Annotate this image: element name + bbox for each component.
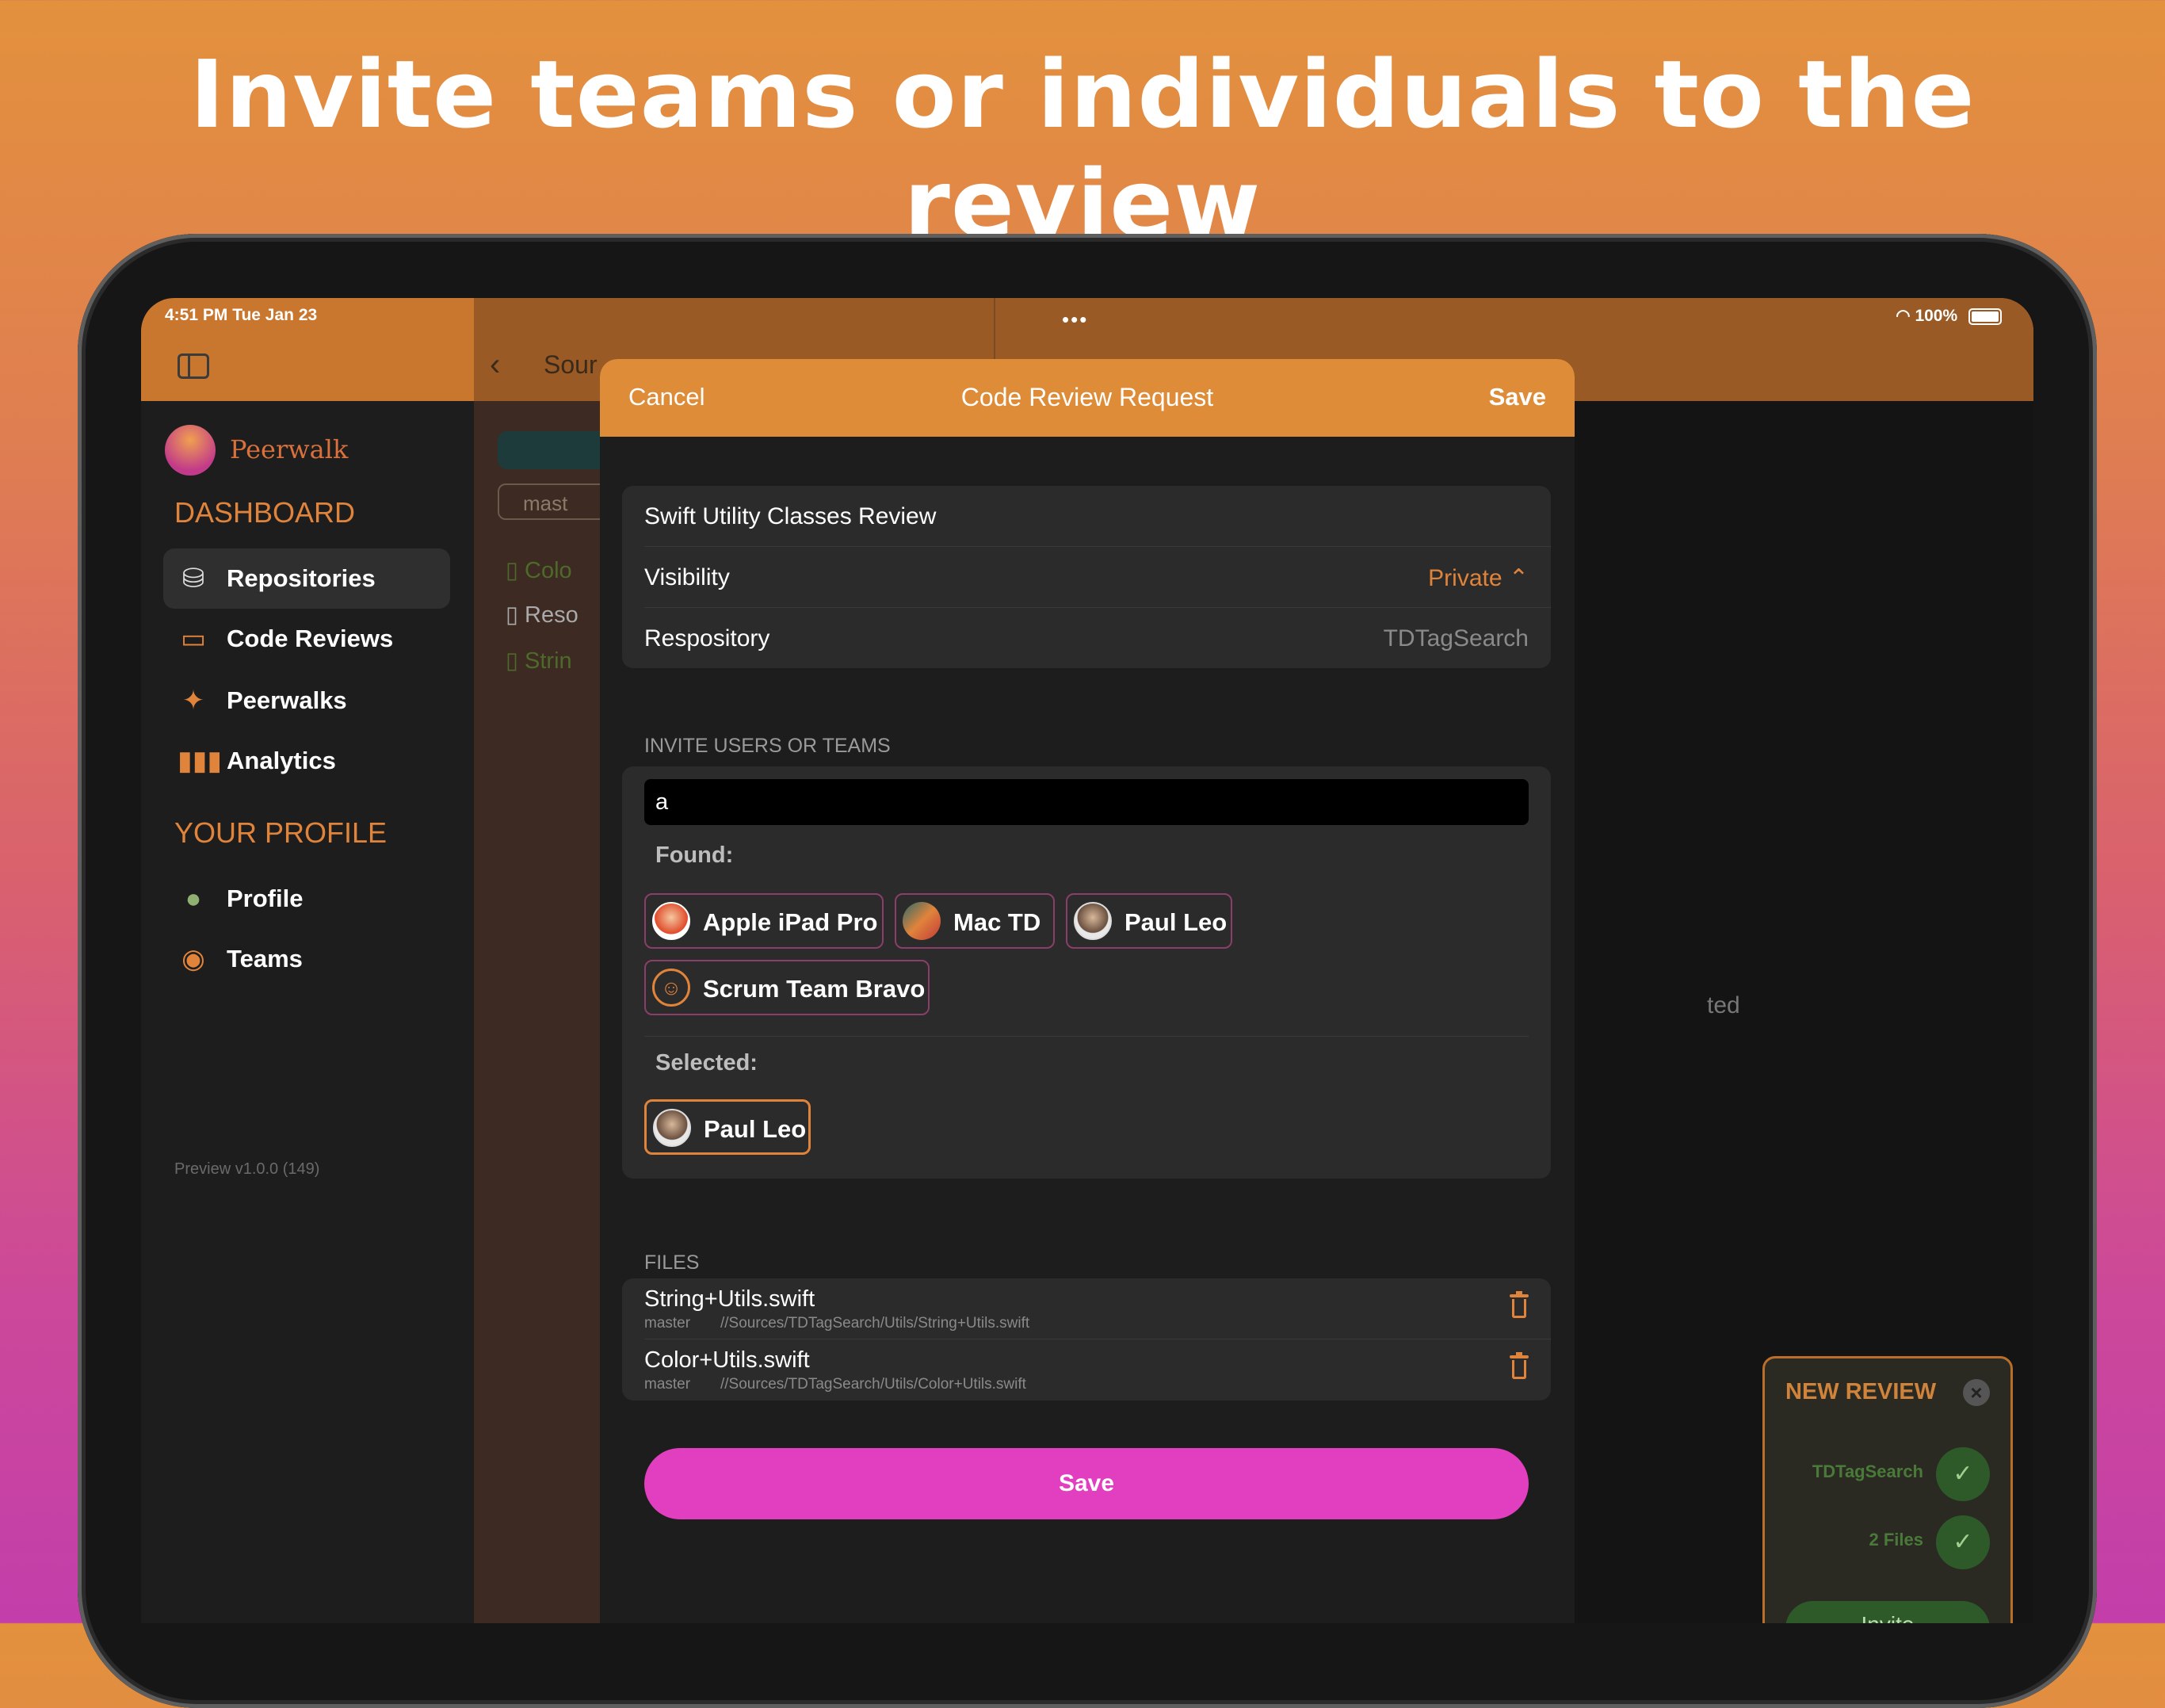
files-group: String+Utils.swift master //Sources/TDTa… — [622, 1278, 1551, 1400]
back-chevron-icon[interactable]: ‹ — [490, 347, 500, 383]
invite-caption: INVITE USERS OR TEAMS — [644, 735, 891, 757]
sidebar-item-analytics[interactable]: ▮▮▮ Analytics — [163, 731, 450, 791]
wifi-icon: ◠ — [1896, 307, 1911, 325]
app-logo — [165, 425, 216, 476]
file-branch: master — [644, 1315, 691, 1332]
sidebar-item-teams[interactable]: ◉ Teams — [163, 929, 450, 989]
new-review-title: NEW REVIEW — [1785, 1379, 1937, 1404]
selected-label: Selected: — [655, 1050, 758, 1076]
file-row[interactable]: String+Utils.swift master //Sources/TDTa… — [622, 1278, 1551, 1339]
sidebar-item-label: Teams — [227, 945, 303, 972]
dashboard-title: DASHBOARD — [174, 496, 356, 529]
status-time: 4:51 PM Tue Jan 23 — [165, 306, 318, 324]
file-name: Reso — [525, 602, 578, 628]
header-save-button[interactable]: Save — [1489, 383, 1546, 411]
team-icon: ☺ — [652, 969, 690, 1007]
status-right: ◠ 100% — [1896, 306, 2002, 326]
section-divider — [644, 1036, 1529, 1037]
sheet-header: Cancel Code Review Request Save — [600, 359, 1575, 437]
found-label: Found: — [655, 843, 734, 868]
app-screen: 4:51 PM Tue Jan 23 ••• ◠ 100% ‹ Sour Pee… — [141, 298, 2033, 1623]
selected-chip-paul-leo[interactable]: Paul Leo — [644, 1099, 811, 1155]
visibility-label: Visibility — [644, 564, 730, 590]
person-icon: ● — [185, 884, 202, 914]
details-group: Swift Utility Classes Review Visibility … — [622, 486, 1551, 668]
avatar — [652, 902, 690, 940]
visibility-row[interactable]: Visibility Private ⌃ — [622, 547, 1551, 607]
walk-icon: ✦ — [181, 686, 205, 716]
repository-row: Respository TDTagSearch — [622, 608, 1551, 668]
close-icon[interactable]: × — [1963, 1379, 1990, 1406]
file-name: Color+Utils.swift — [644, 1347, 810, 1373]
step-files: 2 Files — [1869, 1530, 1923, 1549]
found-chip-paul-leo[interactable]: Paul Leo — [1066, 893, 1232, 949]
avatar — [1074, 902, 1112, 940]
files-caption: FILES — [644, 1251, 700, 1274]
checkmark-icon: ✓ — [1936, 1515, 1990, 1569]
sidebar-item-label: Analytics — [227, 747, 336, 774]
app-name: Peerwalk — [230, 434, 349, 464]
chip-label: Apple iPad Pro — [703, 908, 878, 936]
invite-group: a Found: Apple iPad Pro Mac TD Paul Leo … — [622, 766, 1551, 1179]
repository-value: TDTagSearch — [1383, 625, 1529, 651]
profile-title: YOUR PROFILE — [174, 816, 388, 849]
sidebar-toggle-icon[interactable] — [178, 353, 209, 379]
chat-icon: ▭ — [180, 624, 207, 654]
multitasking-dots-icon[interactable]: ••• — [1062, 308, 1088, 332]
version-label: Preview v1.0.0 (149) — [174, 1160, 320, 1178]
headline: Invite teams or individuals to the revie… — [189, 40, 1976, 258]
found-chip-scrum-team-bravo[interactable]: ☺ Scrum Team Bravo — [644, 960, 930, 1015]
invite-search-input[interactable]: a — [644, 779, 1529, 825]
database-icon: ⛁ — [181, 564, 205, 594]
found-chip-mac-td[interactable]: Mac TD — [895, 893, 1055, 949]
code-review-request-sheet: Cancel Code Review Request Save Swift Ut… — [600, 359, 1575, 1623]
sidebar-item-label: Peerwalks — [227, 686, 347, 714]
invite-button[interactable]: Invite — [1785, 1601, 1990, 1623]
chip-label: Mac TD — [953, 908, 1041, 936]
file-name: Colo — [525, 558, 572, 583]
file-row[interactable]: ▯ Colo — [506, 556, 572, 584]
sidebar-item-peerwalks[interactable]: ✦ Peerwalks — [163, 671, 450, 731]
sidebar-item-label: Code Reviews — [227, 625, 394, 652]
battery-percent: 100% — [1915, 307, 1958, 325]
save-button[interactable]: Save — [644, 1448, 1529, 1519]
review-name-value: Swift Utility Classes Review — [644, 503, 937, 529]
sidebar-item-repositories[interactable]: ⛁ Repositories — [163, 548, 450, 609]
file-row[interactable]: ▯ Strin — [506, 647, 572, 674]
checkmark-icon: ✓ — [1936, 1447, 1990, 1501]
chip-label: Paul Leo — [704, 1115, 807, 1143]
file-branch: master — [644, 1376, 691, 1393]
detail-partial-text: ted — [1707, 992, 1740, 1018]
sidebar-item-label: Profile — [227, 885, 304, 912]
sidebar: Peerwalk DASHBOARD ⛁ Repositories ▭ Code… — [141, 401, 474, 1623]
sheet-title: Code Review Request — [960, 383, 1214, 411]
chip-label: Paul Leo — [1125, 908, 1228, 936]
sidebar-item-code-reviews[interactable]: ▭ Code Reviews — [163, 609, 450, 669]
trash-icon[interactable] — [1510, 1291, 1529, 1320]
nav-breadcrumb: Sour — [544, 350, 598, 379]
repository-label: Respository — [644, 625, 770, 651]
branch-label: mast — [523, 491, 568, 515]
file-path: //Sources/TDTagSearch/Utils/Color+Utils.… — [720, 1376, 1026, 1393]
avatar — [653, 1109, 691, 1147]
chip-label: Scrum Team Bravo — [703, 975, 926, 1003]
sidebar-item-label: Repositories — [227, 564, 376, 592]
trash-icon[interactable] — [1510, 1352, 1529, 1381]
bar-chart-icon: ▮▮▮ — [178, 746, 223, 776]
battery-icon — [1968, 308, 2002, 325]
file-row[interactable]: ▯ Reso — [506, 601, 578, 629]
new-review-panel: NEW REVIEW × TDTagSearch ✓ 2 Files ✓ Inv… — [1762, 1356, 2013, 1623]
visibility-picker[interactable]: Private ⌃ — [1428, 564, 1529, 592]
review-name-field[interactable]: Swift Utility Classes Review — [622, 486, 1551, 546]
file-row[interactable]: Color+Utils.swift master //Sources/TDTag… — [622, 1339, 1551, 1400]
file-name: String+Utils.swift — [644, 1286, 815, 1312]
file-name: Strin — [525, 648, 572, 674]
team-icon: ◉ — [181, 944, 205, 974]
found-chip-apple-ipad-pro[interactable]: Apple iPad Pro — [644, 893, 884, 949]
sidebar-item-profile[interactable]: ● Profile — [163, 869, 450, 929]
avatar — [903, 902, 941, 940]
file-path: //Sources/TDTagSearch/Utils/String+Utils… — [720, 1315, 1030, 1332]
step-repository: TDTagSearch — [1812, 1462, 1923, 1481]
